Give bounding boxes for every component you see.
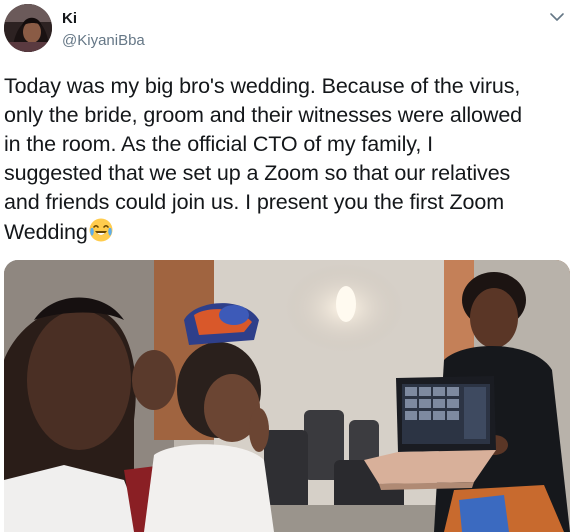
tweet-text-line: in the room. As the official CTO of my f… <box>4 132 433 156</box>
author-block: Ki @KiyaniBba <box>62 10 145 51</box>
tweet-text-line: and friends could join us. I present you… <box>4 190 505 214</box>
tweet-text-line: suggested that we set up a Zoom so that … <box>4 161 511 185</box>
tweet-card: Ki @KiyaniBba Today was my big bro's wed… <box>0 0 570 532</box>
chevron-down-icon[interactable] <box>548 8 566 26</box>
tweet-text: Today was my big bro's wedding. Because … <box>4 72 564 247</box>
tweet-text-line: Today was my big bro's wedding. Because … <box>4 74 521 98</box>
tweet-text-line-last: Wedding <box>4 217 564 247</box>
tears-of-joy-emoji-icon <box>88 217 114 243</box>
author-handle[interactable]: @KiyaniBba <box>62 31 145 51</box>
avatar[interactable] <box>4 4 52 52</box>
tweet-text-last-word: Wedding <box>4 220 88 244</box>
avatar-image <box>4 4 52 52</box>
wedding-photo-illustration <box>4 260 570 532</box>
tweet-text-line: only the bride, groom and their witnesse… <box>4 103 523 127</box>
tweet-photo[interactable] <box>4 260 570 532</box>
author-name[interactable]: Ki <box>62 10 145 28</box>
